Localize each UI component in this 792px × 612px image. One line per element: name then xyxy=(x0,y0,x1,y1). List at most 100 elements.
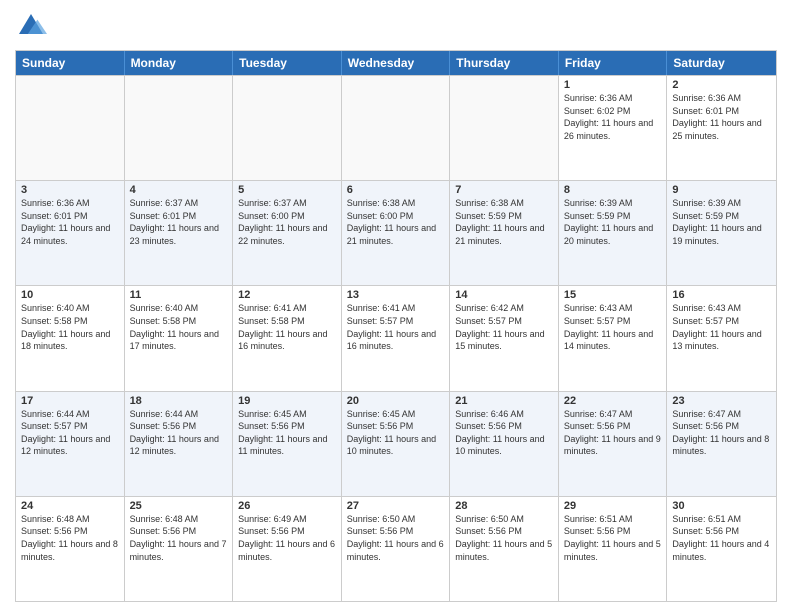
day-number: 13 xyxy=(347,289,445,301)
day-cell-21: 21Sunrise: 6:46 AMSunset: 5:56 PMDayligh… xyxy=(450,392,559,496)
day-info: Sunrise: 6:47 AMSunset: 5:56 PMDaylight:… xyxy=(672,408,771,458)
day-info: Sunrise: 6:38 AMSunset: 6:00 PMDaylight:… xyxy=(347,197,445,247)
day-info: Sunrise: 6:47 AMSunset: 5:56 PMDaylight:… xyxy=(564,408,662,458)
day-cell-29: 29Sunrise: 6:51 AMSunset: 5:56 PMDayligh… xyxy=(559,497,668,601)
day-cell-5: 5Sunrise: 6:37 AMSunset: 6:00 PMDaylight… xyxy=(233,181,342,285)
day-number: 14 xyxy=(455,289,553,301)
day-info: Sunrise: 6:44 AMSunset: 5:57 PMDaylight:… xyxy=(21,408,119,458)
day-number: 16 xyxy=(672,289,771,301)
day-cell-23: 23Sunrise: 6:47 AMSunset: 5:56 PMDayligh… xyxy=(667,392,776,496)
day-cell-18: 18Sunrise: 6:44 AMSunset: 5:56 PMDayligh… xyxy=(125,392,234,496)
day-number: 12 xyxy=(238,289,336,301)
empty-cell-r0c2 xyxy=(233,76,342,180)
day-number: 8 xyxy=(564,184,662,196)
day-cell-4: 4Sunrise: 6:37 AMSunset: 6:01 PMDaylight… xyxy=(125,181,234,285)
day-number: 19 xyxy=(238,395,336,407)
day-cell-10: 10Sunrise: 6:40 AMSunset: 5:58 PMDayligh… xyxy=(16,286,125,390)
day-number: 6 xyxy=(347,184,445,196)
header-day-monday: Monday xyxy=(125,51,234,75)
day-cell-17: 17Sunrise: 6:44 AMSunset: 5:57 PMDayligh… xyxy=(16,392,125,496)
day-number: 29 xyxy=(564,500,662,512)
empty-cell-r0c4 xyxy=(450,76,559,180)
day-info: Sunrise: 6:51 AMSunset: 5:56 PMDaylight:… xyxy=(564,513,662,563)
logo xyxy=(15,10,51,42)
day-cell-24: 24Sunrise: 6:48 AMSunset: 5:56 PMDayligh… xyxy=(16,497,125,601)
header-day-thursday: Thursday xyxy=(450,51,559,75)
day-cell-13: 13Sunrise: 6:41 AMSunset: 5:57 PMDayligh… xyxy=(342,286,451,390)
day-number: 20 xyxy=(347,395,445,407)
header-day-tuesday: Tuesday xyxy=(233,51,342,75)
day-info: Sunrise: 6:39 AMSunset: 5:59 PMDaylight:… xyxy=(564,197,662,247)
header-day-friday: Friday xyxy=(559,51,668,75)
day-cell-22: 22Sunrise: 6:47 AMSunset: 5:56 PMDayligh… xyxy=(559,392,668,496)
day-cell-2: 2Sunrise: 6:36 AMSunset: 6:01 PMDaylight… xyxy=(667,76,776,180)
day-number: 22 xyxy=(564,395,662,407)
day-number: 2 xyxy=(672,79,771,91)
day-number: 24 xyxy=(21,500,119,512)
empty-cell-r0c3 xyxy=(342,76,451,180)
day-number: 25 xyxy=(130,500,228,512)
day-number: 7 xyxy=(455,184,553,196)
page: SundayMondayTuesdayWednesdayThursdayFrid… xyxy=(0,0,792,612)
day-info: Sunrise: 6:40 AMSunset: 5:58 PMDaylight:… xyxy=(130,302,228,352)
header-day-wednesday: Wednesday xyxy=(342,51,451,75)
day-cell-6: 6Sunrise: 6:38 AMSunset: 6:00 PMDaylight… xyxy=(342,181,451,285)
day-number: 18 xyxy=(130,395,228,407)
day-cell-3: 3Sunrise: 6:36 AMSunset: 6:01 PMDaylight… xyxy=(16,181,125,285)
day-cell-30: 30Sunrise: 6:51 AMSunset: 5:56 PMDayligh… xyxy=(667,497,776,601)
day-cell-8: 8Sunrise: 6:39 AMSunset: 5:59 PMDaylight… xyxy=(559,181,668,285)
calendar-row-3: 17Sunrise: 6:44 AMSunset: 5:57 PMDayligh… xyxy=(16,391,776,496)
day-cell-7: 7Sunrise: 6:38 AMSunset: 5:59 PMDaylight… xyxy=(450,181,559,285)
day-cell-9: 9Sunrise: 6:39 AMSunset: 5:59 PMDaylight… xyxy=(667,181,776,285)
day-info: Sunrise: 6:44 AMSunset: 5:56 PMDaylight:… xyxy=(130,408,228,458)
day-number: 17 xyxy=(21,395,119,407)
day-info: Sunrise: 6:48 AMSunset: 5:56 PMDaylight:… xyxy=(21,513,119,563)
header-day-saturday: Saturday xyxy=(667,51,776,75)
day-number: 4 xyxy=(130,184,228,196)
calendar-header: SundayMondayTuesdayWednesdayThursdayFrid… xyxy=(16,51,776,75)
day-cell-15: 15Sunrise: 6:43 AMSunset: 5:57 PMDayligh… xyxy=(559,286,668,390)
day-number: 5 xyxy=(238,184,336,196)
empty-cell-r0c0 xyxy=(16,76,125,180)
day-number: 30 xyxy=(672,500,771,512)
day-cell-1: 1Sunrise: 6:36 AMSunset: 6:02 PMDaylight… xyxy=(559,76,668,180)
day-number: 21 xyxy=(455,395,553,407)
day-info: Sunrise: 6:38 AMSunset: 5:59 PMDaylight:… xyxy=(455,197,553,247)
day-info: Sunrise: 6:50 AMSunset: 5:56 PMDaylight:… xyxy=(347,513,445,563)
calendar-row-0: 1Sunrise: 6:36 AMSunset: 6:02 PMDaylight… xyxy=(16,75,776,180)
day-cell-20: 20Sunrise: 6:45 AMSunset: 5:56 PMDayligh… xyxy=(342,392,451,496)
day-number: 1 xyxy=(564,79,662,91)
calendar-body: 1Sunrise: 6:36 AMSunset: 6:02 PMDaylight… xyxy=(16,75,776,601)
day-cell-14: 14Sunrise: 6:42 AMSunset: 5:57 PMDayligh… xyxy=(450,286,559,390)
day-info: Sunrise: 6:51 AMSunset: 5:56 PMDaylight:… xyxy=(672,513,771,563)
day-number: 26 xyxy=(238,500,336,512)
day-info: Sunrise: 6:45 AMSunset: 5:56 PMDaylight:… xyxy=(238,408,336,458)
day-info: Sunrise: 6:36 AMSunset: 6:02 PMDaylight:… xyxy=(564,92,662,142)
day-info: Sunrise: 6:43 AMSunset: 5:57 PMDaylight:… xyxy=(672,302,771,352)
day-number: 11 xyxy=(130,289,228,301)
day-info: Sunrise: 6:41 AMSunset: 5:57 PMDaylight:… xyxy=(347,302,445,352)
day-info: Sunrise: 6:50 AMSunset: 5:56 PMDaylight:… xyxy=(455,513,553,563)
day-cell-16: 16Sunrise: 6:43 AMSunset: 5:57 PMDayligh… xyxy=(667,286,776,390)
day-cell-26: 26Sunrise: 6:49 AMSunset: 5:56 PMDayligh… xyxy=(233,497,342,601)
day-info: Sunrise: 6:43 AMSunset: 5:57 PMDaylight:… xyxy=(564,302,662,352)
day-cell-27: 27Sunrise: 6:50 AMSunset: 5:56 PMDayligh… xyxy=(342,497,451,601)
day-number: 9 xyxy=(672,184,771,196)
day-info: Sunrise: 6:36 AMSunset: 6:01 PMDaylight:… xyxy=(672,92,771,142)
day-number: 23 xyxy=(672,395,771,407)
empty-cell-r0c1 xyxy=(125,76,234,180)
day-cell-11: 11Sunrise: 6:40 AMSunset: 5:58 PMDayligh… xyxy=(125,286,234,390)
logo-icon xyxy=(15,10,47,42)
day-info: Sunrise: 6:41 AMSunset: 5:58 PMDaylight:… xyxy=(238,302,336,352)
header xyxy=(15,10,777,42)
day-number: 3 xyxy=(21,184,119,196)
calendar: SundayMondayTuesdayWednesdayThursdayFrid… xyxy=(15,50,777,602)
calendar-row-4: 24Sunrise: 6:48 AMSunset: 5:56 PMDayligh… xyxy=(16,496,776,601)
day-info: Sunrise: 6:39 AMSunset: 5:59 PMDaylight:… xyxy=(672,197,771,247)
day-info: Sunrise: 6:48 AMSunset: 5:56 PMDaylight:… xyxy=(130,513,228,563)
day-cell-19: 19Sunrise: 6:45 AMSunset: 5:56 PMDayligh… xyxy=(233,392,342,496)
calendar-row-2: 10Sunrise: 6:40 AMSunset: 5:58 PMDayligh… xyxy=(16,285,776,390)
day-info: Sunrise: 6:46 AMSunset: 5:56 PMDaylight:… xyxy=(455,408,553,458)
day-info: Sunrise: 6:42 AMSunset: 5:57 PMDaylight:… xyxy=(455,302,553,352)
day-number: 28 xyxy=(455,500,553,512)
